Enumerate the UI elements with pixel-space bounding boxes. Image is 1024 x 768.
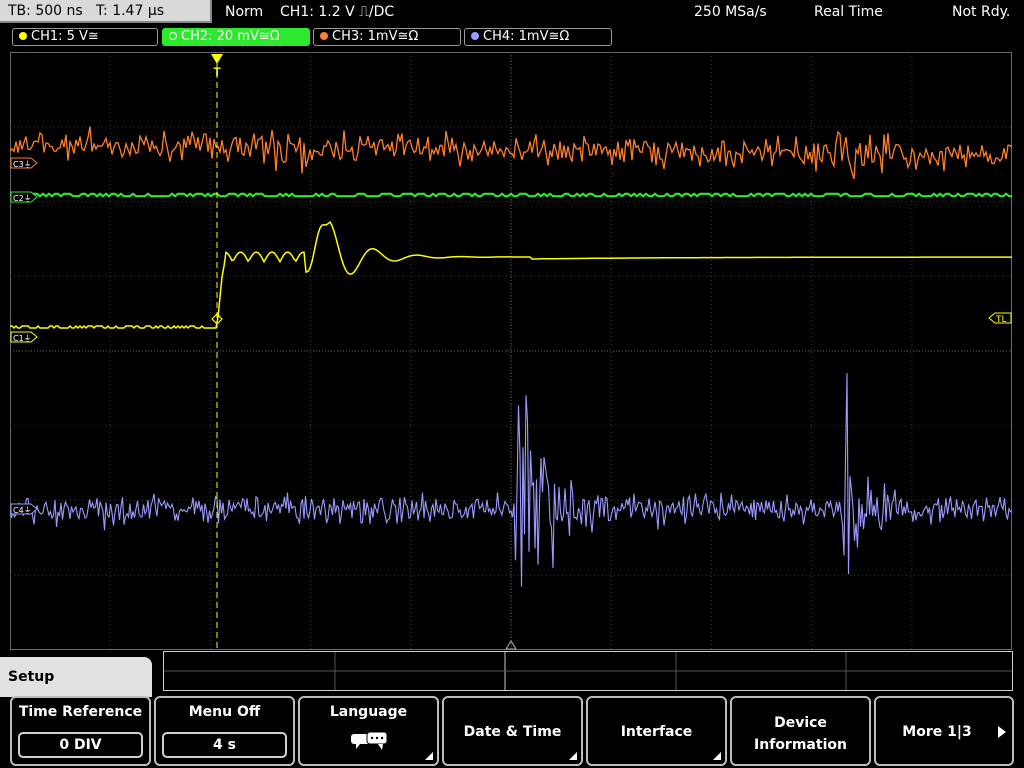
interface-label: Interface bbox=[620, 724, 693, 740]
ch1-color-dot bbox=[19, 32, 27, 40]
acquisition-mode: Real Time bbox=[814, 4, 883, 20]
trigger-source[interactable]: CH1: 1.2 V ⎍/DC bbox=[280, 0, 394, 24]
menu-off-label: Menu Off bbox=[188, 704, 261, 720]
menu-off-softkey[interactable]: Menu Off 4 s bbox=[154, 696, 295, 766]
language-label: Language bbox=[329, 704, 408, 720]
ch3-label: CH3: 1mV≅Ω bbox=[332, 29, 419, 44]
ch2-color-dot bbox=[169, 32, 177, 40]
device-information-line1: Device bbox=[774, 715, 827, 731]
trigger-level-label: TL bbox=[995, 315, 1007, 325]
overview-grid bbox=[164, 652, 1012, 690]
c3-marker-label: C3⏚ bbox=[13, 160, 32, 169]
waveform-display[interactable]: T C3⏚ C2⏚ C1⏚ C4⏚ TL bbox=[10, 52, 1012, 650]
c1-marker-label: C1⏚ bbox=[13, 334, 32, 343]
language-softkey[interactable]: Language bbox=[298, 696, 439, 766]
interface-softkey[interactable]: Interface bbox=[586, 696, 727, 766]
more-softkey[interactable]: More 1|3 bbox=[874, 696, 1014, 766]
more-label: More 1|3 bbox=[902, 724, 972, 740]
ch2-label: CH2: 20 mV≅Ω bbox=[181, 29, 280, 44]
c4-marker-label: C4⏚ bbox=[13, 506, 32, 515]
submenu-indicator-icon bbox=[713, 752, 721, 760]
trigger-mode[interactable]: Norm bbox=[225, 0, 263, 24]
ch1-label: CH1: 5 V≅ bbox=[31, 29, 99, 44]
ch3-color-dot bbox=[320, 32, 328, 40]
device-information-softkey[interactable]: Device Information bbox=[730, 696, 871, 766]
channel-tab-ch3[interactable]: CH3: 1mV≅Ω bbox=[313, 28, 461, 46]
menu-title: Setup bbox=[0, 657, 152, 697]
trigger-position-label: T bbox=[213, 65, 221, 79]
time-reference-value: 0 DIV bbox=[18, 732, 143, 758]
submenu-indicator-icon bbox=[569, 752, 577, 760]
device-information-line2: Information bbox=[754, 737, 847, 753]
acquisition-status: Not Rdy. bbox=[952, 4, 1011, 20]
c2-marker-label: C2⏚ bbox=[13, 194, 32, 203]
next-page-arrow-icon bbox=[998, 726, 1006, 738]
channel-tab-ch2[interactable]: CH2: 20 mV≅Ω bbox=[162, 28, 310, 46]
ch4-label: CH4: 1mV≅Ω bbox=[483, 29, 570, 44]
sample-rate: 250 MSa/s bbox=[694, 4, 767, 20]
time-reference-label: Time Reference bbox=[18, 704, 143, 720]
time-reference-softkey[interactable]: Time Reference 0 DIV bbox=[10, 696, 151, 766]
submenu-indicator-icon bbox=[425, 752, 433, 760]
channel-tab-ch4[interactable]: CH4: 1mV≅Ω bbox=[464, 28, 612, 46]
date-time-label: Date & Time bbox=[463, 724, 562, 740]
channel-tab-ch1[interactable]: CH1: 5 V≅ bbox=[12, 28, 158, 46]
speech-bubbles-icon bbox=[351, 731, 388, 750]
ch4-color-dot bbox=[471, 32, 479, 40]
overview-strip[interactable] bbox=[163, 651, 1013, 691]
timebase-readout[interactable]: TB: 500 ns T: 1.47 µs bbox=[0, 0, 212, 23]
menu-off-value: 4 s bbox=[162, 732, 287, 758]
date-time-softkey[interactable]: Date & Time bbox=[442, 696, 583, 766]
